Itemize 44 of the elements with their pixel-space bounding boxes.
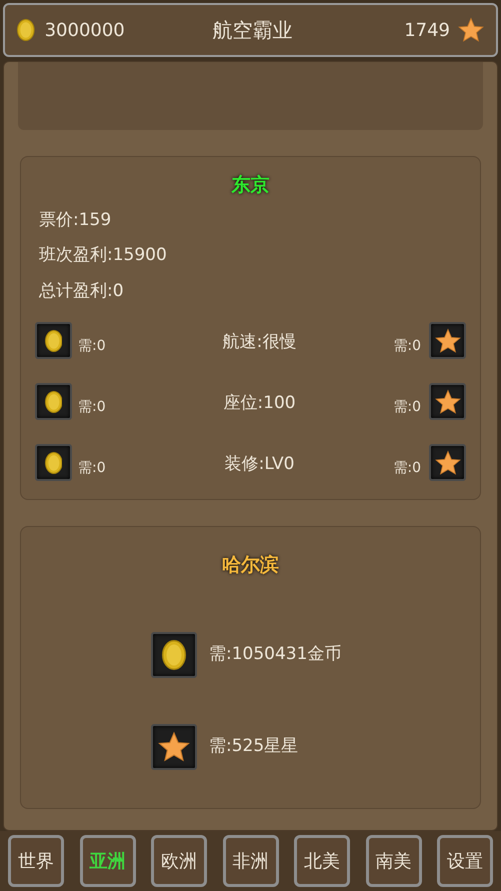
upgrade-label: 航速:很慢: [222, 330, 298, 354]
coin-icon: [44, 390, 62, 412]
coin-icon: [44, 452, 62, 474]
region-tab[interactable]: 北美: [294, 835, 350, 887]
star-icon: [434, 388, 460, 414]
coin-button[interactable]: [35, 383, 72, 420]
cost-text: 需:0: [392, 459, 421, 478]
coin-icon: [17, 19, 35, 41]
coin-button[interactable]: [35, 444, 72, 481]
stat-text: 总计盈利:0: [39, 280, 125, 302]
cost-text: 需:0: [392, 398, 421, 417]
region-tab[interactable]: 欧洲: [151, 835, 207, 887]
stat-text: 票价:159: [39, 208, 112, 232]
game-title: 航空霸业: [211, 17, 294, 44]
region-tab[interactable]: 亚洲: [80, 835, 136, 887]
star-button[interactable]: [151, 724, 197, 770]
cost-text: 需:0: [78, 337, 107, 356]
region-tab[interactable]: 设置: [437, 835, 493, 887]
city-name: 哈尔滨: [222, 553, 279, 578]
requirement-text: 需:1050431金币: [209, 642, 342, 666]
coin-count: 3000000: [44, 18, 126, 42]
star-icon: [434, 450, 460, 476]
upgrade-label: 装修:LV0: [224, 452, 296, 476]
coin-button[interactable]: [35, 322, 72, 359]
cost-text: 需:0: [78, 459, 107, 478]
upgrade-label: 座位:100: [222, 392, 297, 415]
cost-text: 需:0: [392, 337, 421, 356]
coin-icon: [44, 330, 62, 352]
region-tab[interactable]: 非洲: [222, 835, 278, 887]
star-button[interactable]: [429, 383, 466, 420]
star-button[interactable]: [429, 322, 466, 359]
star-icon: [458, 17, 484, 43]
region-tab[interactable]: 世界: [8, 835, 64, 887]
star-icon: [434, 328, 460, 354]
coin-button[interactable]: [151, 632, 197, 678]
stat-text: 班次盈利:15900: [39, 244, 168, 267]
coin-icon: [162, 640, 186, 670]
city-name: 东京: [232, 173, 270, 198]
star-count: 1749: [403, 18, 450, 42]
requirement-text: 需:525星星: [209, 734, 298, 758]
star-icon: [158, 730, 190, 762]
cost-text: 需:0: [78, 398, 107, 417]
star-button[interactable]: [429, 444, 466, 481]
region-tab[interactable]: 南美: [366, 835, 422, 887]
